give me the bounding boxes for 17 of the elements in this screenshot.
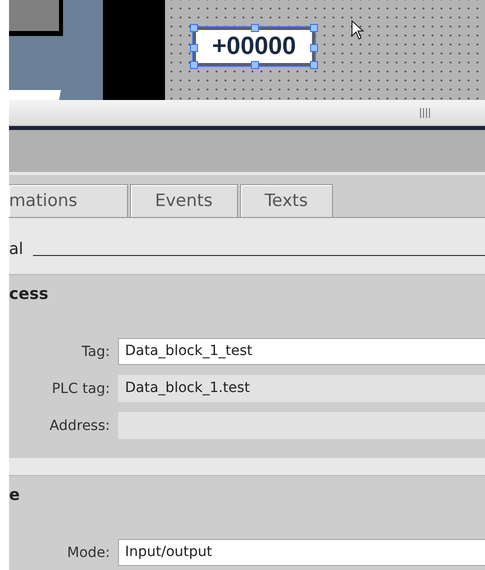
field-label: PLC tag: — [50, 380, 111, 396]
scrollbar[interactable] — [9, 100, 485, 126]
cursor-icon — [351, 20, 365, 40]
grip-icon — [419, 108, 431, 118]
section-title: cess — [9, 283, 50, 305]
field-label: Mode: — [66, 544, 111, 560]
input-field[interactable]: Data_block_1_test — [118, 338, 485, 365]
tab[interactable]: Texts — [240, 184, 333, 217]
input-field[interactable]: Data_block_1.test — [118, 375, 485, 402]
field-label: Address: — [48, 418, 111, 434]
section-title: e — [9, 484, 21, 506]
group-title: al — [9, 238, 24, 258]
tab[interactable]: mations — [9, 184, 128, 217]
io-field[interactable]: +00000 — [193, 27, 315, 66]
input-field[interactable]: Input/output — [118, 539, 485, 566]
field-label: Tag: — [80, 344, 111, 360]
tab[interactable]: Events — [130, 184, 238, 217]
